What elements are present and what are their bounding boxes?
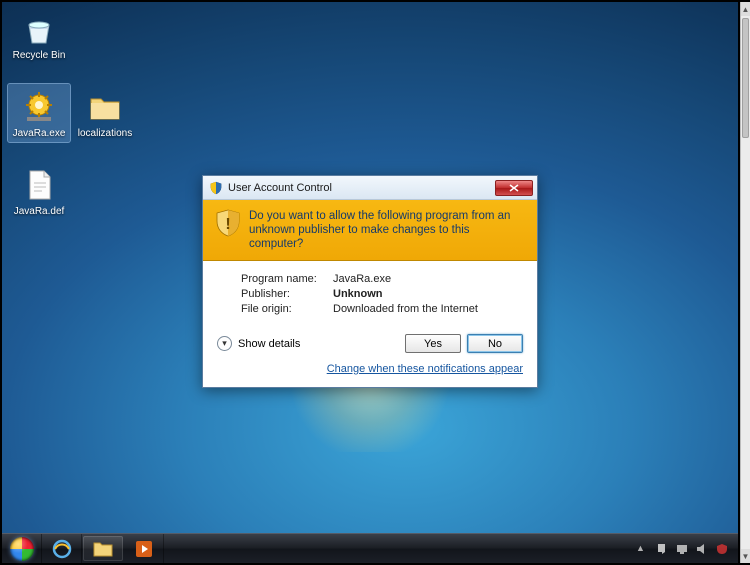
folder-icon [93, 540, 113, 558]
taskbar: ▲ [2, 533, 738, 563]
change-notifications-link[interactable]: Change when these notifications appear [327, 363, 523, 375]
windows-logo-icon [10, 537, 34, 561]
taskbar-item-ie[interactable] [42, 534, 82, 563]
file-origin-value: Downloaded from the Internet [333, 303, 478, 315]
taskbar-item-media-player[interactable] [124, 534, 164, 563]
folder-icon [86, 88, 124, 126]
publisher-value: Unknown [333, 288, 383, 300]
exe-icon [20, 88, 58, 126]
network-icon[interactable] [676, 543, 688, 555]
desktop-icon-javara-def[interactable]: JavaRa.def [8, 162, 70, 220]
uac-message: Do you want to allow the following progr… [249, 209, 525, 251]
recycle-icon [20, 10, 58, 48]
close-button[interactable] [495, 180, 533, 196]
scroll-up-icon[interactable]: ▲ [741, 2, 750, 16]
uac-banner: ! Do you want to allow the following pro… [203, 200, 537, 261]
uac-details: Program name: JavaRa.exe Publisher: Unkn… [203, 261, 537, 324]
file-icon [20, 166, 58, 204]
chevron-down-icon: ▾ [217, 336, 232, 351]
program-name-value: JavaRa.exe [333, 273, 391, 285]
desktop-icon-recycle-bin[interactable]: Recycle Bin [8, 6, 70, 64]
desktop-icon-label: JavaRa.def [8, 206, 70, 220]
desktop-icon-javara-exe[interactable]: JavaRa.exe [8, 84, 70, 142]
svg-text:!: ! [225, 216, 230, 233]
show-details-label: Show details [238, 338, 300, 350]
show-details-toggle[interactable]: ▾ Show details [217, 336, 300, 351]
taskbar-item-explorer[interactable] [83, 536, 123, 561]
desktop-icon-localizations[interactable]: localizations [74, 84, 136, 142]
media-player-icon [135, 540, 153, 558]
no-button[interactable]: No [467, 334, 523, 353]
volume-icon[interactable] [696, 543, 708, 555]
shield-icon [209, 181, 223, 195]
security-icon[interactable] [716, 543, 728, 555]
program-name-label: Program name: [241, 273, 333, 285]
internet-explorer-icon [52, 539, 72, 559]
uac-title-text: User Account Control [228, 182, 495, 194]
scroll-down-icon[interactable]: ▼ [741, 549, 750, 563]
uac-titlebar[interactable]: User Account Control [203, 176, 537, 200]
window-scrollbar[interactable]: ▲ ▼ [740, 2, 750, 563]
start-button[interactable] [2, 534, 42, 563]
warning-shield-icon: ! [215, 209, 241, 237]
uac-dialog: User Account Control ! Do you want to al… [202, 175, 538, 388]
publisher-label: Publisher: [241, 288, 333, 300]
action-center-icon[interactable] [656, 543, 668, 555]
desktop-icon-label: Recycle Bin [8, 50, 70, 64]
desktop-icon-label: localizations [74, 128, 136, 142]
scrollbar-thumb[interactable] [742, 18, 749, 138]
close-icon [509, 184, 519, 192]
file-origin-label: File origin: [241, 303, 333, 315]
yes-button[interactable]: Yes [405, 334, 461, 353]
show-hidden-icon[interactable]: ▲ [636, 543, 648, 555]
desktop-icon-label: JavaRa.exe [8, 128, 70, 142]
system-tray[interactable]: ▲ [626, 534, 738, 563]
